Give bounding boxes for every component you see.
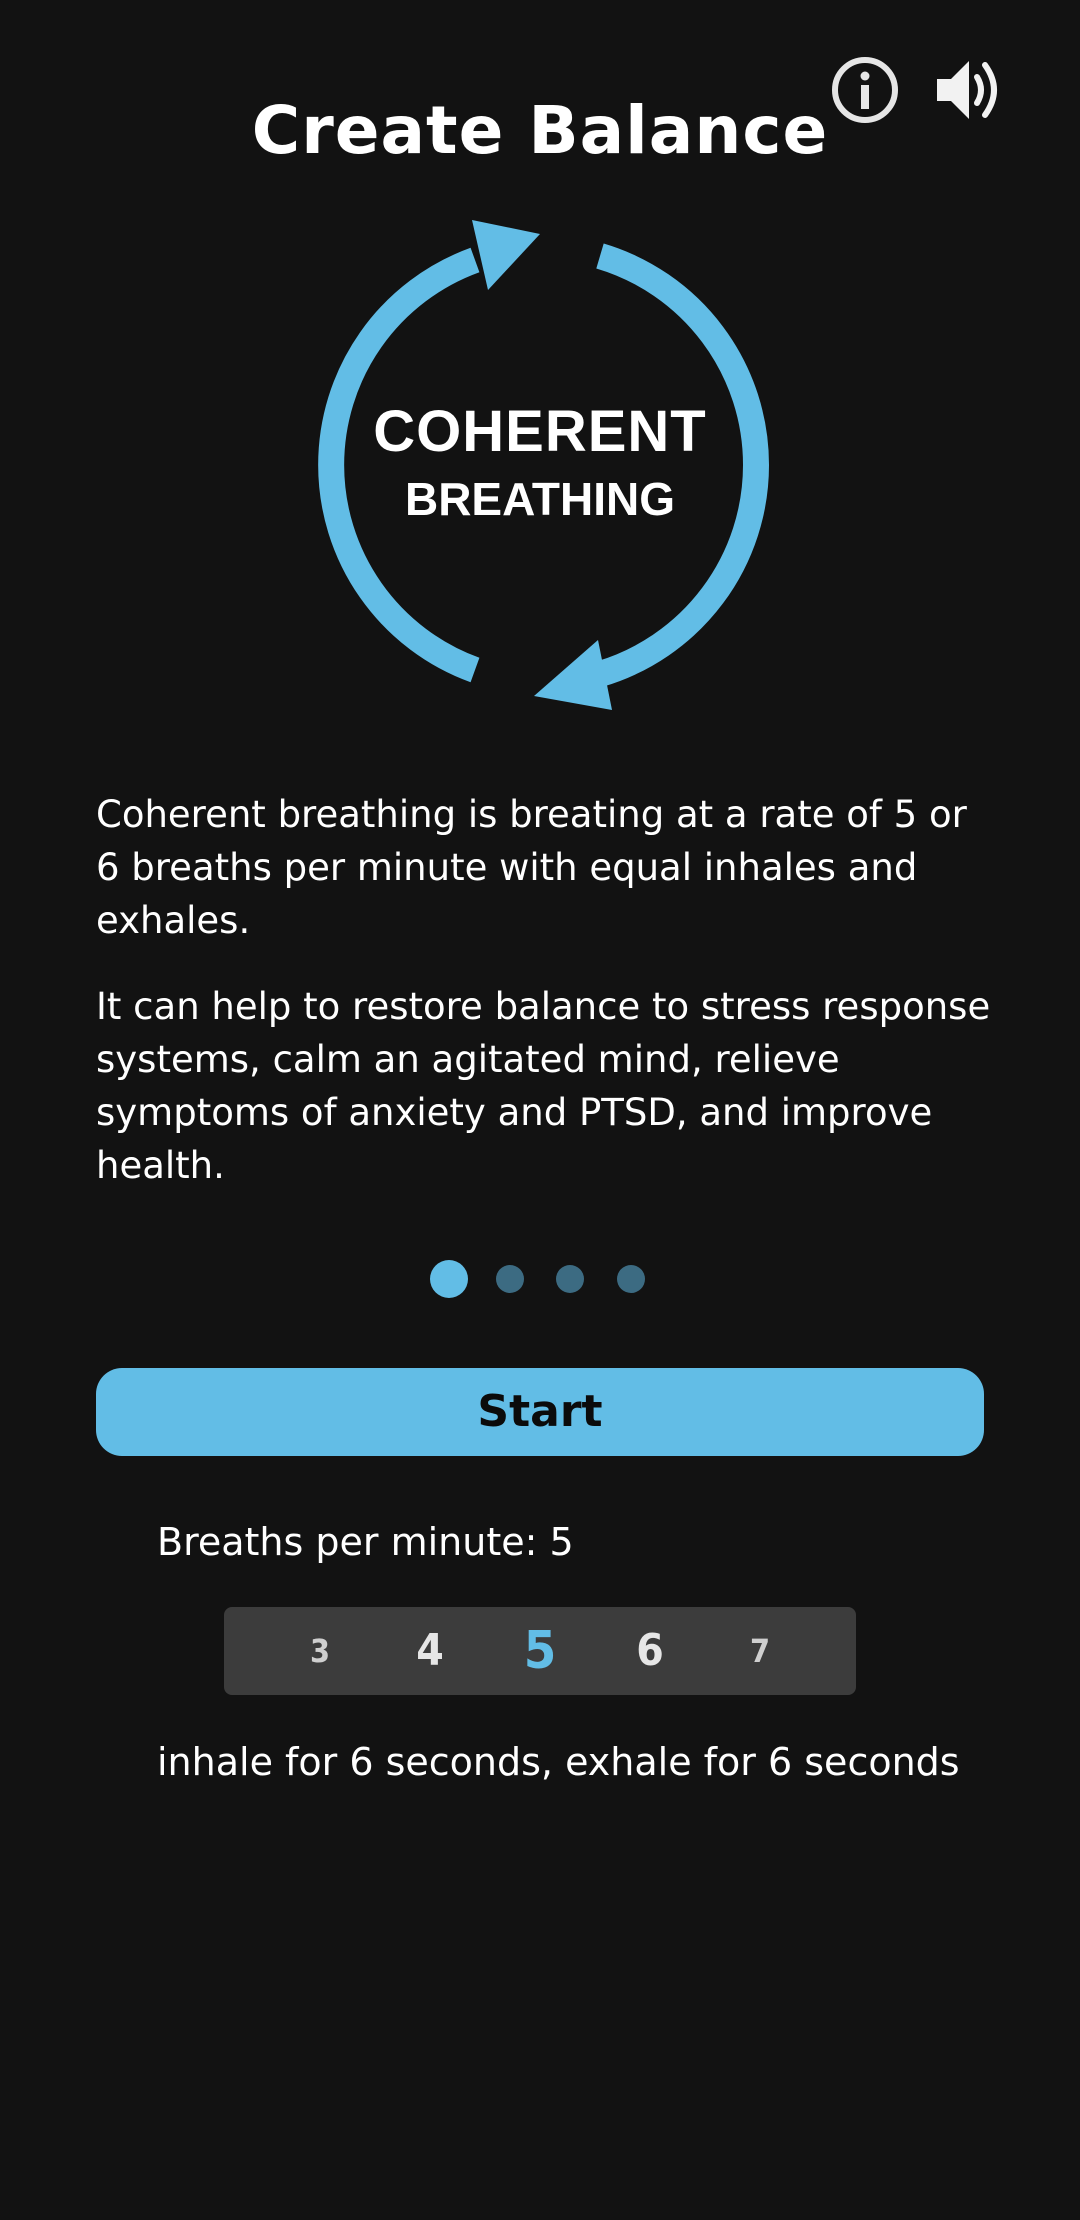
page-dot-1[interactable]: [430, 1260, 468, 1298]
coherent-breathing-logo: COHERENT BREATHING: [300, 220, 780, 710]
page-indicator: [0, 1260, 1080, 1300]
picker-option[interactable]: 3: [280, 1607, 360, 1695]
page-dot-4[interactable]: [617, 1265, 645, 1293]
page-title: Create Balance: [251, 92, 829, 169]
breaths-per-minute-label: Breaths per minute: 5: [157, 1520, 574, 1564]
picker-option[interactable]: 4: [390, 1607, 470, 1695]
description-paragraph-1: Coherent breathing is breating at a rate…: [96, 793, 967, 942]
picker-option[interactable]: 7: [720, 1607, 800, 1695]
logo-line-2: BREATHING: [404, 473, 676, 525]
breaths-per-minute-picker[interactable]: 3 4 5 6 7: [224, 1607, 856, 1695]
start-button[interactable]: Start: [96, 1368, 984, 1456]
description-paragraph-2: It can help to restore balance to stress…: [96, 985, 991, 1187]
page-dot-2[interactable]: [496, 1265, 524, 1293]
breath-timing-text: inhale for 6 seconds, exhale for 6 secon…: [157, 1740, 960, 1784]
page-dot-3[interactable]: [556, 1265, 584, 1293]
picker-option-selected[interactable]: 5: [500, 1607, 580, 1695]
picker-option[interactable]: 6: [610, 1607, 690, 1695]
logo-line-1: COHERENT: [373, 399, 707, 464]
circular-arrows-icon: [318, 220, 770, 710]
